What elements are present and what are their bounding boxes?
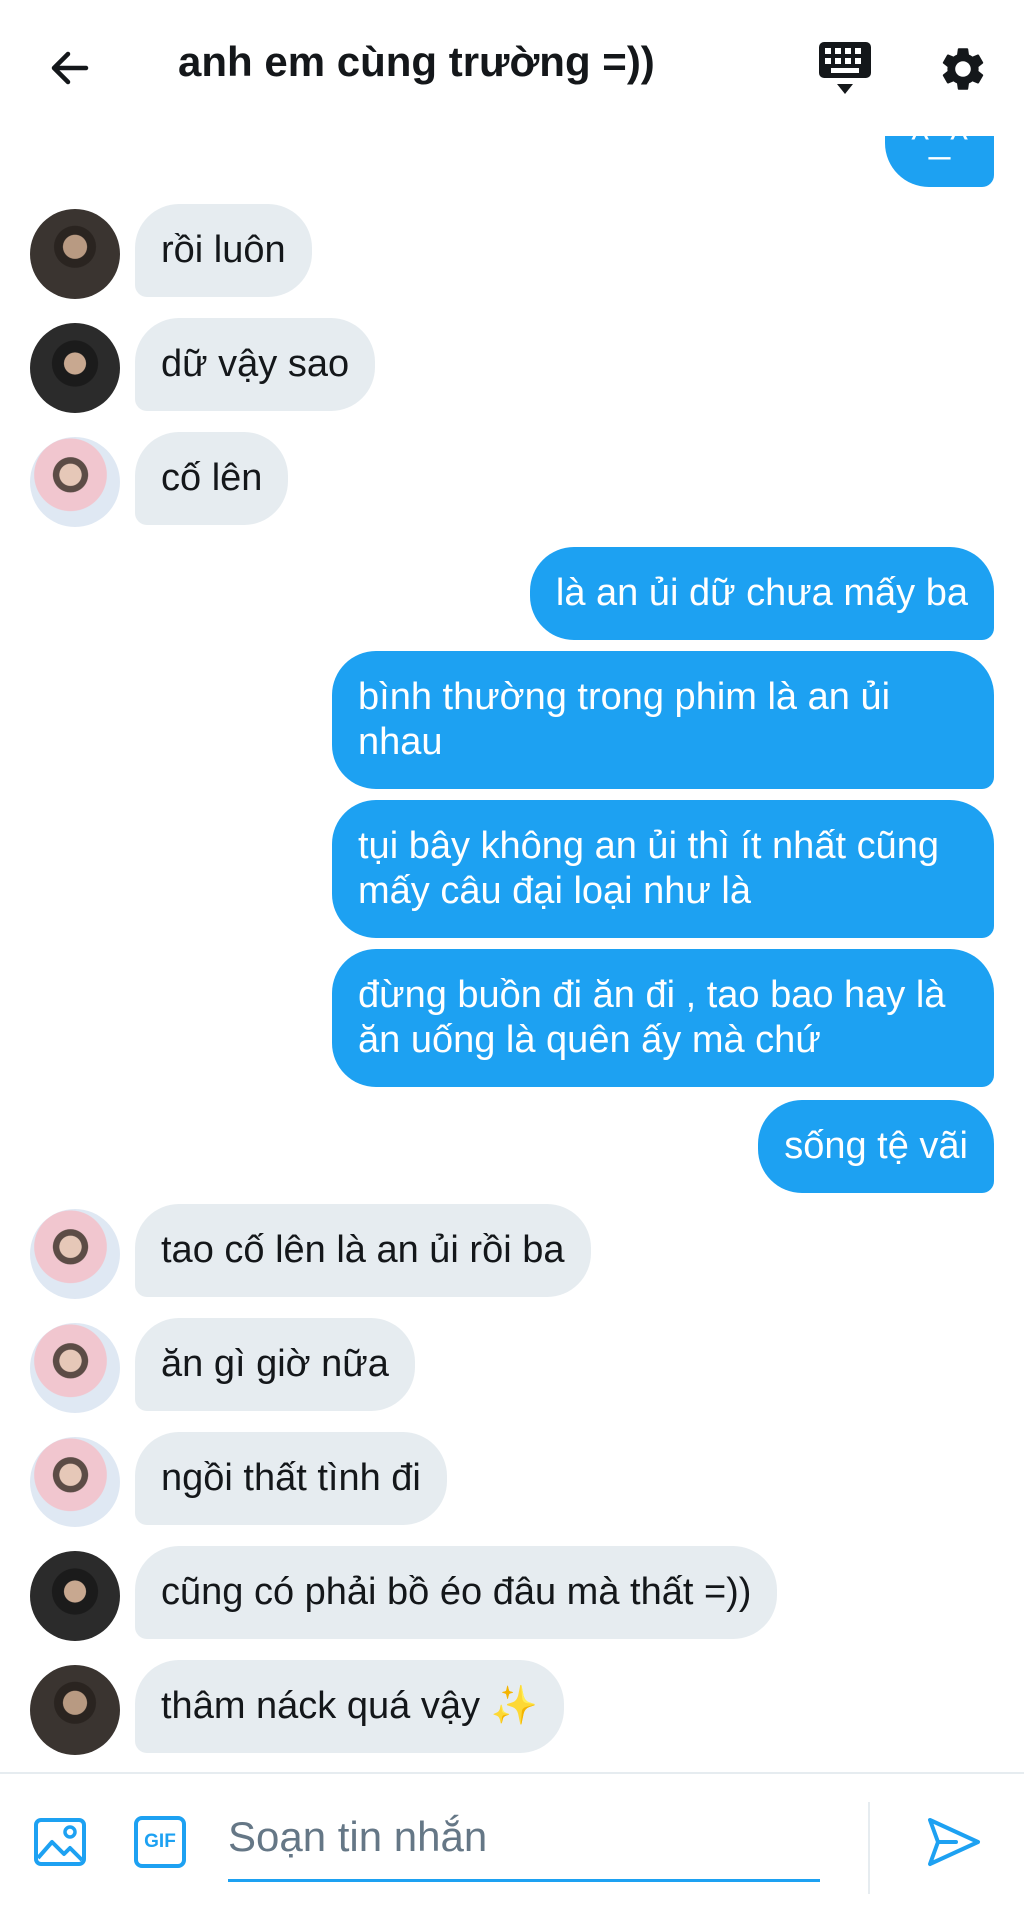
conversation-header: anh em cùng trường =)) — [0, 0, 1024, 136]
avatar[interactable] — [30, 1551, 120, 1641]
arrow-left-icon — [51, 51, 89, 85]
avatar[interactable] — [30, 1665, 120, 1755]
message-bubble-outgoing[interactable]: tụi bây không an ủi thì ít nhất cũng mấy… — [332, 800, 994, 938]
avatar[interactable] — [30, 437, 120, 527]
message-bubble-outgoing[interactable]: ^_^ — [885, 136, 994, 187]
keyboard-icon — [819, 42, 871, 94]
gif-button[interactable]: GIF — [128, 1810, 192, 1874]
message-bubble-outgoing[interactable]: là an ủi dữ chưa mấy ba — [529, 547, 994, 640]
avatar[interactable] — [30, 1323, 120, 1413]
send-icon — [928, 1818, 980, 1866]
image-button[interactable] — [28, 1810, 92, 1874]
message-bubble-incoming[interactable]: ngồi thất tình đi — [135, 1432, 447, 1525]
conversation-title: anh em cùng trường =)) — [178, 38, 655, 85]
composer-divider — [868, 1802, 870, 1894]
message-bubble-incoming[interactable]: cố lên — [135, 432, 289, 525]
avatar[interactable] — [30, 323, 120, 413]
message-bubble-incoming[interactable]: dữ vậy sao — [135, 318, 376, 411]
avatar[interactable] — [30, 1209, 120, 1299]
message-input[interactable] — [228, 1794, 820, 1882]
message-bubble-incoming[interactable]: rồi luôn — [135, 204, 312, 297]
settings-button[interactable] — [928, 34, 998, 104]
message-bubble-incoming[interactable]: tao cố lên là an ủi rồi ba — [135, 1204, 591, 1297]
send-button[interactable] — [916, 1804, 992, 1880]
message-bubble-incoming[interactable]: ăn gì giờ nữa — [135, 1318, 415, 1411]
gear-icon — [942, 48, 984, 90]
message-bubble-outgoing[interactable]: bình thường trong phim là an ủi nhau — [332, 651, 994, 789]
back-button[interactable] — [36, 34, 104, 102]
avatar[interactable] — [30, 1437, 120, 1527]
message-bubble-outgoing[interactable]: sống tệ vãi — [758, 1100, 994, 1193]
message-bubble-outgoing[interactable]: đừng buồn đi ăn đi , tao bao hay là ăn u… — [332, 949, 994, 1087]
keyboard-button[interactable] — [810, 34, 880, 104]
message-bubble-incoming[interactable]: thâm náck quá vậy ✨ — [135, 1660, 564, 1753]
gif-label: GIF — [144, 1831, 176, 1852]
message-composer: GIF — [0, 1772, 1024, 1920]
image-icon — [34, 1818, 86, 1866]
avatar[interactable] — [30, 209, 120, 299]
message-list[interactable]: ^_^ rồi luôn dữ vậy sao cố lên là an ủi … — [0, 136, 1024, 1772]
message-bubble-incoming[interactable]: cũng có phải bồ éo đâu mà thất =)) — [135, 1546, 778, 1639]
